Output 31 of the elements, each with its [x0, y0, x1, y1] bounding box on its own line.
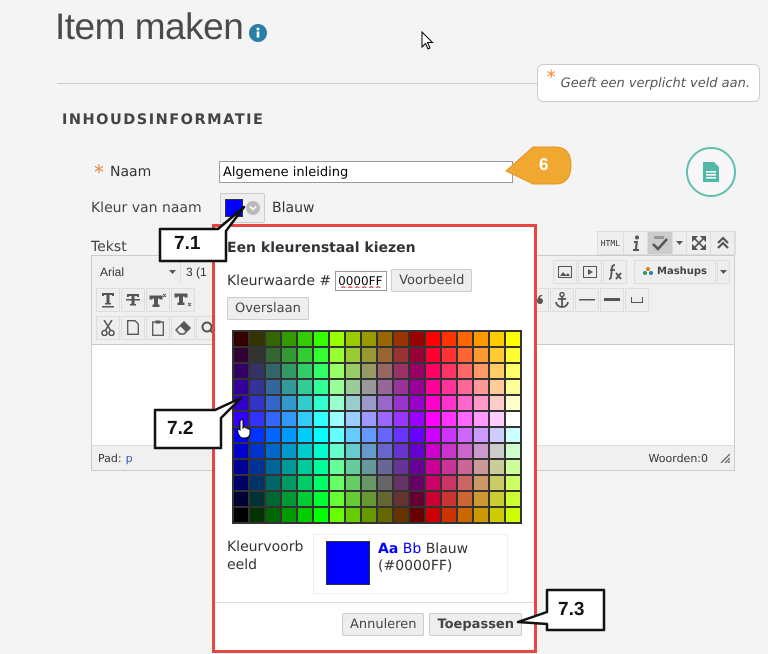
apply-button[interactable]: Toepassen [429, 613, 522, 636]
mashups-button[interactable]: Mashups [634, 260, 716, 284]
color-name: Blauw [426, 541, 468, 557]
word-count: Woorden:0 [648, 452, 708, 464]
dialog-title: Een kleurenstaal kiezen [226, 239, 417, 258]
preview-button[interactable]: Voorbeeld [391, 269, 472, 292]
color-code: (#0000FF) [378, 558, 452, 575]
sample-text: Bb [402, 541, 422, 557]
cancel-button[interactable]: Annuleren [342, 613, 424, 636]
field-label: Tekst [91, 239, 127, 255]
field-label: Naam [110, 164, 152, 180]
font-size-select[interactable]: 3 (1 [182, 264, 207, 278]
step-number: 7.1 [174, 233, 200, 255]
required-mark: * [94, 165, 104, 179]
field-label: Kleur van naam [91, 200, 203, 216]
page-title: Item maken [55, 6, 244, 48]
sample-text: Aa [378, 541, 398, 557]
name-input[interactable]: Algemene inleiding [219, 161, 513, 183]
required-note: Geeft een verplicht veld aan. [560, 76, 750, 91]
step-number: 6 [539, 155, 548, 175]
field-label: Kleurvoorbeeld [227, 538, 304, 574]
path-value[interactable]: p [126, 452, 133, 464]
path-label: Pad: [98, 452, 122, 464]
step-number: 7.3 [558, 599, 584, 621]
required-mark: * [546, 71, 556, 85]
section-heading: INHOUDSINFORMATIE [62, 112, 266, 128]
color-name: Blauw [272, 200, 314, 216]
field-label: Kleurwaarde # [227, 272, 332, 288]
skip-button[interactable]: Overslaan [227, 297, 309, 320]
step-number: 7.2 [167, 418, 194, 440]
color-value-input[interactable]: 0000FF [335, 270, 388, 290]
